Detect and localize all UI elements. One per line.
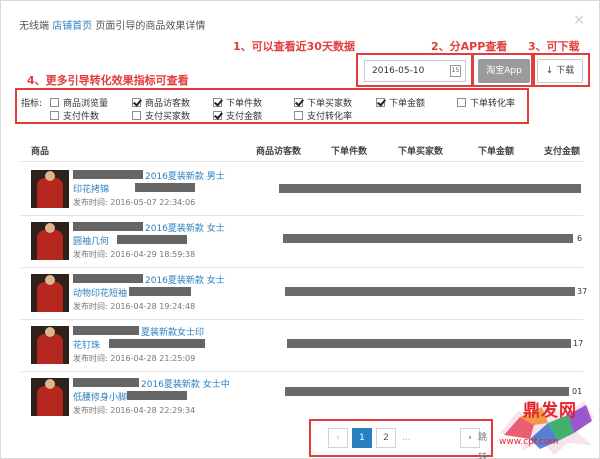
annotation-by-app: 2、分APP查看 — [431, 40, 508, 53]
product-title[interactable]: 2016夏装新款 女士中 — [141, 377, 230, 390]
redacted-text — [73, 326, 139, 335]
product-title-2[interactable]: 圆袖几何 — [73, 234, 109, 247]
redacted-text — [73, 170, 143, 179]
effect-detail-dialog: 无线端 店铺首页 页面引导的商品效果详情 × 1、可以查看近30天数据 2、分A… — [0, 0, 600, 459]
checkbox[interactable] — [132, 111, 141, 120]
publish-time: 发布时间: 2016-04-28 21:25:09 — [73, 354, 196, 363]
publish-time: 发布时间: 2016-05-07 22:34:06 — [73, 198, 196, 207]
product-title-2[interactable]: 花钉珠 — [73, 338, 100, 351]
checkbox[interactable] — [376, 98, 385, 107]
product-image[interactable] — [31, 326, 69, 364]
publish-time: 发布时间: 2016-04-29 18:59:38 — [73, 250, 196, 259]
divider — [21, 215, 583, 216]
checkbox[interactable] — [457, 98, 466, 107]
checkbox[interactable] — [213, 111, 222, 120]
divider — [21, 161, 583, 162]
redacted-text — [127, 391, 187, 400]
metric-item[interactable]: 商品浏览量 — [50, 96, 108, 109]
watermark-text: 鼎发网 — [523, 401, 577, 421]
product-image[interactable] — [31, 222, 69, 260]
product-image[interactable] — [31, 274, 69, 312]
redacted-metrics — [279, 184, 581, 193]
metrics-label: 指标: — [21, 99, 43, 109]
redacted-text — [117, 235, 187, 244]
redacted-metrics — [287, 339, 571, 348]
table-row: 2016夏装新款 男士 印花拷锦 发布时间: 2016-05-07 22:34:… — [21, 165, 583, 215]
product-title[interactable]: 2016夏装新款 女士 — [145, 221, 225, 234]
download-button[interactable]: ↓ 下载 — [537, 59, 583, 83]
metric-tail: 17 — [573, 339, 584, 348]
product-title[interactable]: 夏装新款女士印 — [141, 325, 204, 338]
title-suffix: 页面引导的商品效果详情 — [95, 21, 206, 32]
close-icon[interactable]: × — [573, 13, 585, 27]
divider — [21, 371, 583, 372]
divider — [21, 319, 583, 320]
redacted-text — [73, 378, 139, 387]
product-image[interactable] — [31, 378, 69, 416]
page-1-button[interactable]: 1 — [352, 428, 372, 448]
table-row: 夏装新款女士印 花钉珠 发布时间: 2016-04-28 21:25:09 17 — [21, 321, 583, 371]
redacted-text — [73, 222, 143, 231]
next-page-button[interactable]: › — [460, 428, 480, 448]
download-label: 下载 — [556, 66, 575, 76]
checkbox[interactable] — [294, 98, 303, 107]
download-icon: ↓ — [545, 66, 554, 76]
checkbox[interactable] — [50, 98, 59, 107]
annotation-download: 3、可下载 — [528, 40, 580, 53]
col-visitors[interactable]: 商品访客数 — [256, 144, 301, 157]
metric-item[interactable]: 支付转化率 — [294, 109, 352, 122]
metric-item[interactable]: 商品访客数 — [132, 96, 190, 109]
product-title[interactable]: 2016夏装新款 男士 — [145, 169, 225, 182]
metric-item[interactable]: 下单买家数 — [294, 96, 352, 109]
table-row: 2016夏装新款 女士 动物印花短袖 发布时间: 2016-04-28 19:2… — [21, 269, 587, 319]
redacted-metrics — [285, 287, 575, 296]
col-pay-amount[interactable]: 支付金额 — [544, 144, 580, 157]
metric-tail: 37 — [577, 287, 588, 296]
checkbox[interactable] — [213, 98, 222, 107]
title-prefix: 无线端 — [19, 21, 49, 32]
checkbox[interactable] — [294, 111, 303, 120]
annotation-more-metrics: 4、更多引导转化效果指标可查看 — [27, 74, 189, 87]
col-order-items[interactable]: 下单件数 — [331, 144, 367, 157]
redacted-text — [73, 274, 143, 283]
metric-item[interactable]: 支付买家数 — [132, 109, 190, 122]
date-value: 2016-05-10 — [372, 66, 425, 76]
page-2-button[interactable]: 2 — [376, 428, 396, 448]
product-image[interactable] — [31, 170, 69, 208]
checkbox[interactable] — [132, 98, 141, 107]
product-title[interactable]: 2016夏装新款 女士 — [145, 273, 225, 286]
prev-page-button[interactable]: ‹ — [328, 428, 348, 448]
table-row: 2016夏装新款 女士 圆袖几何 发布时间: 2016-04-29 18:59:… — [21, 217, 583, 267]
metric-item[interactable]: 下单转化率 — [457, 96, 515, 109]
annotation-30-days: 1、可以查看近30天数据 — [233, 40, 355, 53]
redacted-metrics — [283, 234, 573, 243]
metric-tail: 6 — [577, 234, 583, 243]
col-order-amount[interactable]: 下单金额 — [478, 144, 514, 157]
publish-time: 发布时间: 2016-04-28 22:29:34 — [73, 406, 196, 415]
watermark-url: www.cpf.com — [499, 437, 559, 447]
metric-item[interactable]: 下单件数 — [213, 96, 262, 109]
publish-time: 发布时间: 2016-04-28 19:24:48 — [73, 302, 196, 311]
dialog-title: 无线端 店铺首页 页面引导的商品效果详情 — [19, 17, 205, 32]
redacted-text — [129, 287, 191, 296]
goto-page-button[interactable]: 跳转 — [478, 428, 487, 459]
divider — [21, 267, 583, 268]
checkbox[interactable] — [50, 111, 59, 120]
product-title-2[interactable]: 动物印花短袖 — [73, 286, 127, 299]
metric-item[interactable]: 下单金额 — [376, 96, 425, 109]
date-picker[interactable]: 2016-05-10 15 — [364, 60, 466, 82]
taobao-app-button[interactable]: 淘宝App — [478, 59, 530, 83]
redacted-text — [109, 339, 205, 348]
calendar-icon[interactable]: 15 — [450, 65, 461, 77]
product-title-2[interactable]: 低腰修身小脚 — [73, 390, 127, 403]
redacted-text — [135, 183, 195, 192]
metric-item[interactable]: 支付件数 — [50, 109, 99, 122]
shop-home-link[interactable]: 店铺首页 — [52, 21, 92, 32]
metric-item[interactable]: 支付金额 — [213, 109, 262, 122]
col-product: 商品 — [31, 147, 50, 157]
product-title-2[interactable]: 印花拷锦 — [73, 182, 109, 195]
col-order-buyers[interactable]: 下单买家数 — [398, 144, 443, 157]
pagination-ellipsis: ... — [402, 433, 411, 443]
